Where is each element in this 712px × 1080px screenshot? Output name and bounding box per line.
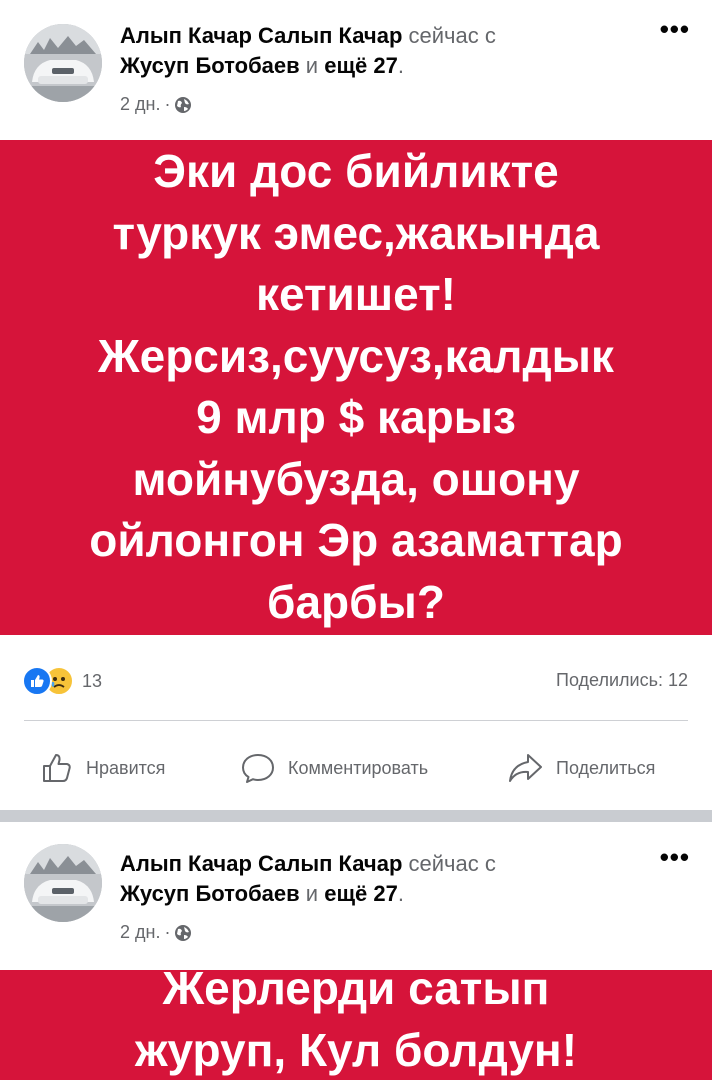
actions-divider xyxy=(24,720,688,721)
author-line: Алып Качар Салып Качар сейчас с xyxy=(120,22,496,50)
post-meta: 2 дн. · xyxy=(120,94,192,115)
share-button[interactable]: Поделиться xyxy=(506,740,655,796)
post-time[interactable]: 2 дн. xyxy=(120,922,160,943)
globe-icon xyxy=(175,924,192,941)
post-meta: 2 дн. · xyxy=(120,922,192,943)
status-text: сейчас с xyxy=(408,23,496,48)
thumbs-up-icon xyxy=(43,754,71,782)
shares-count[interactable]: Поделились: 12 xyxy=(556,670,688,691)
others-count-link[interactable]: ещё 27 xyxy=(324,881,398,906)
globe-icon xyxy=(175,96,192,113)
comment-label: Комментировать xyxy=(288,757,429,778)
feed-post: Алып Качар Салып Качар сейчас с Жусуп Бо… xyxy=(0,822,712,1080)
like-label: Нравится xyxy=(86,757,166,778)
reaction-count: 13 xyxy=(82,670,103,691)
like-reaction-icon xyxy=(22,666,52,696)
others-count-link[interactable]: ещё 27 xyxy=(324,53,398,78)
tagged-user[interactable]: Жусуп Ботобаев xyxy=(120,881,300,906)
banner-text: Жерлерди сатып журуп, Кул болдун! xyxy=(134,970,578,1076)
and-connector: и xyxy=(305,881,319,906)
car-photo-icon xyxy=(24,24,102,102)
post-header: Алып Качар Салып Качар сейчас с Жусуп Бо… xyxy=(0,0,712,140)
tagged-user[interactable]: Жусуп Ботобаев xyxy=(120,53,300,78)
post-image-banner[interactable]: Эки дос бийликте туркук эмес,жакында кет… xyxy=(0,140,712,635)
author-avatar[interactable] xyxy=(24,24,102,102)
author-avatar[interactable] xyxy=(24,844,102,922)
share-arrow-icon xyxy=(509,754,542,782)
like-button[interactable]: Нравится xyxy=(40,740,165,796)
author-name[interactable]: Алып Качар Салып Качар xyxy=(120,851,402,876)
status-text: сейчас с xyxy=(408,851,496,876)
post-image-banner[interactable]: Жерлерди сатып журуп, Кул болдун! xyxy=(0,970,712,1080)
post-time[interactable]: 2 дн. xyxy=(120,94,160,115)
tagged-line: Жусуп Ботобаев и ещё 27. xyxy=(120,53,404,78)
car-photo-icon xyxy=(24,844,102,922)
reactions-summary[interactable]: 13 xyxy=(22,664,102,698)
banner-text: Эки дос бийликте туркук эмес,жакында кет… xyxy=(89,145,623,628)
comment-bubble-icon xyxy=(242,754,274,783)
post-header: Алып Качар Салып Качар сейчас с Жусуп Бо… xyxy=(0,822,712,970)
and-connector: и xyxy=(305,53,319,78)
more-options-icon[interactable]: ••• xyxy=(660,842,690,873)
feed-post: Алып Качар Салып Качар сейчас с Жусуп Бо… xyxy=(0,0,712,810)
author-line: Алып Качар Салып Качар сейчас с xyxy=(120,850,496,878)
comment-button[interactable]: Комментировать xyxy=(240,740,428,796)
tagged-line: Жусуп Ботобаев и ещё 27. xyxy=(120,881,404,906)
feed-separator xyxy=(0,810,712,822)
author-name[interactable]: Алып Качар Салып Качар xyxy=(120,23,402,48)
share-label: Поделиться xyxy=(556,757,656,778)
post-actions-bar: Нравится Комментировать Поделиться xyxy=(0,740,712,796)
more-options-icon[interactable]: ••• xyxy=(660,14,690,45)
